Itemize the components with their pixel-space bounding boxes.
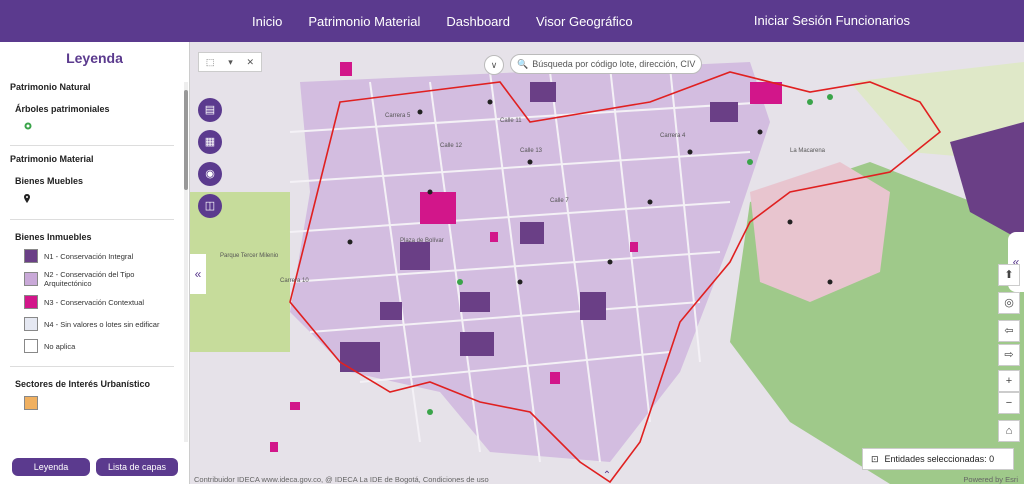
nav-dashboard[interactable]: Dashboard xyxy=(446,14,510,29)
street-label: Plaza de Bolívar xyxy=(400,238,444,244)
section-immovable: Bienes Inmuebles xyxy=(15,232,92,242)
legend-title: Leyenda xyxy=(66,50,123,66)
search-input[interactable]: 🔍 Búsqueda por código lote, dirección, C… xyxy=(510,54,702,74)
nav-inicio[interactable]: Inicio xyxy=(252,14,282,29)
urban-swatch-row xyxy=(24,395,174,411)
location-icon[interactable]: ◉ xyxy=(198,162,222,186)
search-placeholder: Búsqueda por código lote, dirección, CIV xyxy=(532,59,696,69)
legend-scrollbar[interactable] xyxy=(184,82,188,442)
legend-item: N1 - Conservación Integral xyxy=(24,248,174,264)
legend-swatch xyxy=(24,339,38,353)
attribution: Contribuidor IDECA www.ideca.gov.co, @ I… xyxy=(194,475,489,484)
legend-label: N4 - Sin valores o lotes sin edificar xyxy=(44,319,160,329)
locate-icon[interactable]: ◎ xyxy=(998,292,1020,314)
layer-list-button[interactable]: Lista de capas xyxy=(96,458,178,476)
section-material: Patrimonio Material xyxy=(10,154,94,164)
main-nav: Inicio Patrimonio Material Dashboard Vis… xyxy=(252,0,633,42)
urban-swatch xyxy=(24,396,38,410)
legend-label: N3 - Conservación Contextual xyxy=(44,297,145,307)
zoom-in-button[interactable]: + xyxy=(998,370,1020,392)
selected-entities-counter[interactable]: ⊡ Entidades seleccionadas: 0 xyxy=(862,448,1014,470)
entities-label: Entidades seleccionadas: 0 xyxy=(884,454,995,464)
legend-button[interactable]: Leyenda xyxy=(12,458,90,476)
nav-visor-geografico[interactable]: Visor Geográfico xyxy=(536,14,633,29)
scrollbar-thumb[interactable] xyxy=(184,90,188,190)
map-canvas[interactable]: Calle 12 Calle 11 Calle 13 Carrera 5 Car… xyxy=(190,42,1024,484)
divider xyxy=(10,219,174,220)
legend-item: N2 - Conservación del Tipo Arquitectónic… xyxy=(24,270,174,288)
divider xyxy=(10,366,174,367)
sidebar-buttons: Leyenda Lista de capas xyxy=(12,458,178,476)
legend-item: No aplica xyxy=(24,338,174,354)
legend-label: N1 - Conservación Integral xyxy=(44,251,134,261)
legend-swatch xyxy=(24,272,38,286)
street-label: Parque Tercer Milenio xyxy=(220,253,279,259)
street-label: Carrera 4 xyxy=(660,133,686,139)
section-natural: Patrimonio Natural xyxy=(10,82,91,92)
top-navbar: Inicio Patrimonio Material Dashboard Vis… xyxy=(0,0,1024,42)
pin-icon xyxy=(24,194,174,207)
street-label: La Macarena xyxy=(790,148,826,154)
legend-sidebar: Leyenda Patrimonio Natural Árboles patri… xyxy=(0,42,190,484)
selection-icon: ⊡ xyxy=(871,453,879,464)
legend-label: No aplica xyxy=(44,341,76,351)
street-label: Carrera 10 xyxy=(280,278,309,284)
selection-toolbar[interactable]: ⬚ ▾ ✕ xyxy=(198,52,262,72)
legend-swatch xyxy=(24,317,38,331)
street-label: Calle 11 xyxy=(500,118,522,124)
basemap-icon[interactable]: ▦ xyxy=(198,130,222,154)
map-view[interactable]: Calle 12 Calle 11 Calle 13 Carrera 5 Car… xyxy=(190,42,1024,484)
login-link[interactable]: Iniciar Sesión Funcionarios xyxy=(754,13,910,28)
compare-icon[interactable]: ◫ xyxy=(198,194,222,218)
tree-marker-icon xyxy=(24,122,174,133)
street-label: Calle 12 xyxy=(440,143,463,149)
powered-by-esri: Powered by Esri xyxy=(963,475,1018,484)
layers-icon[interactable]: ▤ xyxy=(198,98,222,122)
collapse-sidebar-icon[interactable]: « xyxy=(190,254,206,294)
legend-item: N3 - Conservación Contextual xyxy=(24,294,174,310)
search-icon: 🔍 xyxy=(517,58,529,69)
chevron-down-icon[interactable]: ∨ xyxy=(484,55,504,75)
back-icon[interactable]: ⇦ xyxy=(998,320,1020,342)
compass-icon[interactable]: ⬆ xyxy=(998,264,1020,286)
divider xyxy=(10,145,174,146)
section-urban: Sectores de Interés Urbanístico xyxy=(15,379,151,389)
legend-item: N4 - Sin valores o lotes sin edificar xyxy=(24,316,174,332)
home-icon[interactable]: ⌂ xyxy=(998,420,1020,442)
section-movable: Bienes Muebles xyxy=(15,176,84,186)
legend-swatch xyxy=(24,295,38,309)
select-arrow-icon[interactable]: ⬚ xyxy=(206,57,215,68)
street-label: Calle 7 xyxy=(550,198,569,204)
zoom-out-button[interactable]: − xyxy=(998,392,1020,414)
section-trees: Árboles patrimoniales xyxy=(15,104,110,114)
street-label: Calle 13 xyxy=(520,148,543,154)
legend-swatch xyxy=(24,249,38,263)
street-label: Carrera 5 xyxy=(385,113,411,119)
dropdown-icon[interactable]: ▾ xyxy=(228,57,233,68)
nav-patrimonio-material[interactable]: Patrimonio Material xyxy=(308,14,420,29)
expand-up-icon[interactable]: ⌃ xyxy=(600,470,614,484)
legend-label: N2 - Conservación del Tipo Arquitectónic… xyxy=(44,270,135,288)
forward-icon[interactable]: ⇨ xyxy=(998,344,1020,366)
legend-list: N1 - Conservación Integral N2 - Conservac… xyxy=(10,248,174,354)
legend-scroll-area[interactable]: Patrimonio Natural Árboles patrimoniales… xyxy=(0,74,184,444)
clear-selection-icon[interactable]: ✕ xyxy=(247,57,255,68)
